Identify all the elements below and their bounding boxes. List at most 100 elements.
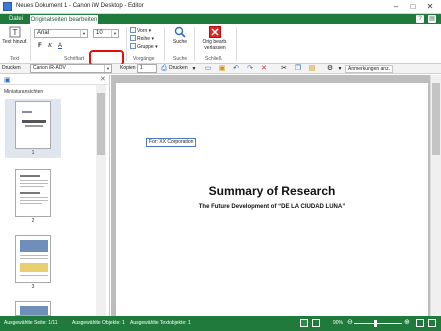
group-label-search: Suche (173, 56, 188, 62)
zoom-out-icon[interactable]: ⊖ (347, 318, 353, 326)
status-selected-textfields: Ausgewählte Textobjekte: 1 (130, 320, 191, 326)
search-label: Suche (172, 39, 188, 45)
document-page[interactable]: For: XX Corporation Summary of Research … (116, 83, 428, 318)
app-icon (3, 2, 12, 11)
status-selected-objects: Ausgewählte Objekte: 1 (72, 320, 125, 326)
leave-edit-label: Orig bearb. verlassen (202, 39, 228, 51)
close-icon (209, 26, 221, 38)
copies-value: 1 (140, 65, 143, 71)
group-label-close: Schließ (205, 56, 222, 62)
chevron-down-icon[interactable]: ▼ (104, 65, 111, 72)
print-button[interactable]: Drucken (169, 65, 188, 72)
paste-icon[interactable]: ▤ (308, 65, 316, 73)
copies-input[interactable]: 1 (137, 64, 157, 73)
zoom-slider[interactable] (354, 323, 402, 324)
scrollbar-thumb[interactable] (432, 83, 440, 155)
page-thumbnail (15, 169, 51, 217)
order-icon (130, 35, 136, 41)
document-title[interactable]: Summary of Research (116, 184, 428, 198)
copies-label: Kopien (120, 65, 136, 71)
status-selected-pages: Ausgewählte Seite: 1/11 (4, 320, 58, 326)
panel-icon[interactable]: ▣ (4, 76, 11, 84)
font-name-select[interactable]: Arial ▼ (34, 29, 88, 38)
thumbnail-page-1[interactable]: 1 (5, 99, 61, 158)
document-canvas[interactable]: For: XX Corporation Summary of Research … (111, 75, 430, 318)
window-titlebar: Neues Dokument 1 - Canon iW Desktop - Ed… (0, 0, 441, 14)
chevron-down-icon[interactable]: ▼ (336, 65, 344, 73)
font-color-button[interactable]: A (56, 42, 64, 50)
help-icon[interactable]: ? (416, 15, 424, 23)
ribbon-separator (194, 27, 195, 61)
redo-icon[interactable]: ↷ (246, 65, 254, 73)
ribbon-tab-row: Datei Originalseiten bearbeiten ? ▤ (0, 14, 441, 24)
show-annotations-button[interactable]: Anmerkungen anz. (345, 65, 393, 73)
canvas-scrollbar[interactable] (430, 75, 441, 316)
selected-textbox[interactable]: For: XX Corporation (146, 138, 197, 147)
thumbnail-page-3[interactable]: 3 (5, 235, 61, 290)
page-number: 2 (31, 218, 35, 224)
close-icon[interactable]: ✕ (100, 75, 106, 83)
page-icon[interactable]: ▭ (204, 65, 212, 73)
thumbnail-page-2[interactable]: 2 (5, 169, 61, 224)
undo-icon[interactable]: ↶ (232, 65, 240, 73)
zoom-slider-knob[interactable] (374, 320, 377, 327)
add-text-button[interactable]: T Text hinzuf. (2, 26, 28, 45)
chevron-down-icon[interactable]: ▼ (190, 65, 198, 73)
group-icon (130, 43, 136, 49)
delete-icon[interactable]: ✕ (260, 65, 268, 73)
font-size-value: 10 (96, 30, 103, 36)
ribbon-separator (164, 27, 165, 61)
leave-edit-button[interactable]: Orig bearb. verlassen (198, 26, 232, 51)
arrange-front-button[interactable]: Vorn ▾ (130, 27, 151, 35)
maximize-button[interactable]: □ (405, 1, 421, 12)
text-add-icon: T (9, 26, 21, 38)
zoom-in-icon[interactable]: ⊕ (404, 318, 410, 326)
printer-select[interactable]: Canon iR-ADV ▼ (30, 64, 112, 73)
ribbon: T Text hinzuf. Text Arial ▼ 10 ▼ F K A S… (0, 24, 441, 66)
thumbnail-panel: ▣ ✕ Miniaturansichten 1 2 3 (0, 75, 110, 316)
scrollbar-thumb[interactable] (97, 93, 105, 155)
italic-button[interactable]: K (46, 42, 54, 50)
ribbon-separator (30, 27, 31, 61)
chevron-down-icon[interactable]: ▼ (111, 30, 118, 37)
search-button[interactable]: Suche (168, 26, 192, 45)
group-label-text: Text (10, 56, 20, 62)
thumbnail-page-4[interactable] (5, 301, 61, 316)
print-label: Drucken (2, 65, 21, 71)
printer-value: Canon iR-ADV (33, 65, 66, 71)
chevron-down-icon[interactable]: ▼ (80, 30, 87, 37)
ribbon-separator (236, 27, 237, 61)
bring-front-icon (130, 27, 136, 33)
bold-button[interactable]: F (36, 42, 44, 50)
font-size-select[interactable]: 10 ▼ (93, 29, 119, 38)
page-thumbnail (15, 235, 51, 283)
document-subtitle[interactable]: The Future Development of “DE LA CIUDAD … (116, 204, 428, 210)
arrange-front-label: Vorn (137, 28, 148, 34)
close-window-button[interactable]: ✕ (422, 1, 438, 12)
minimize-button[interactable]: – (388, 1, 404, 12)
search-icon (174, 26, 186, 38)
save-icon[interactable]: ▣ (218, 65, 226, 73)
cut-icon[interactable]: ✂ (280, 65, 288, 73)
page-thumbnail (15, 101, 51, 149)
printer-icon: ⎙ (161, 65, 167, 72)
zoom-value: 90% (333, 320, 344, 326)
group-label-font: Schriftart (64, 56, 85, 62)
thumbnail-scrollbar[interactable] (96, 85, 106, 316)
arrange-group-label: Gruppe (137, 44, 154, 50)
add-text-label: Text hinzuf. (2, 39, 28, 45)
copy-icon[interactable]: ❐ (294, 65, 302, 73)
tab-edit-originals[interactable]: Originalseiten bearbeiten (29, 14, 99, 24)
view-single-page-icon[interactable] (300, 319, 308, 327)
tab-file[interactable]: Datei (4, 14, 28, 24)
font-name-value: Arial (37, 30, 50, 36)
page-number: 3 (31, 284, 35, 290)
view-thumbnails-icon[interactable] (312, 319, 320, 327)
fit-width-icon[interactable] (428, 319, 436, 327)
quick-toolbar: Drucken Canon iR-ADV ▼ Kopien 1 ⎙ Drucke… (0, 64, 441, 74)
options-icon[interactable]: ⚙ (326, 65, 334, 73)
arrange-order-button[interactable]: Reihe ▾ (130, 35, 154, 43)
arrange-group-button[interactable]: Gruppe ▾ (130, 43, 158, 51)
ribbon-toggle-icon[interactable]: ▤ (428, 15, 436, 23)
fit-page-icon[interactable] (416, 319, 424, 327)
